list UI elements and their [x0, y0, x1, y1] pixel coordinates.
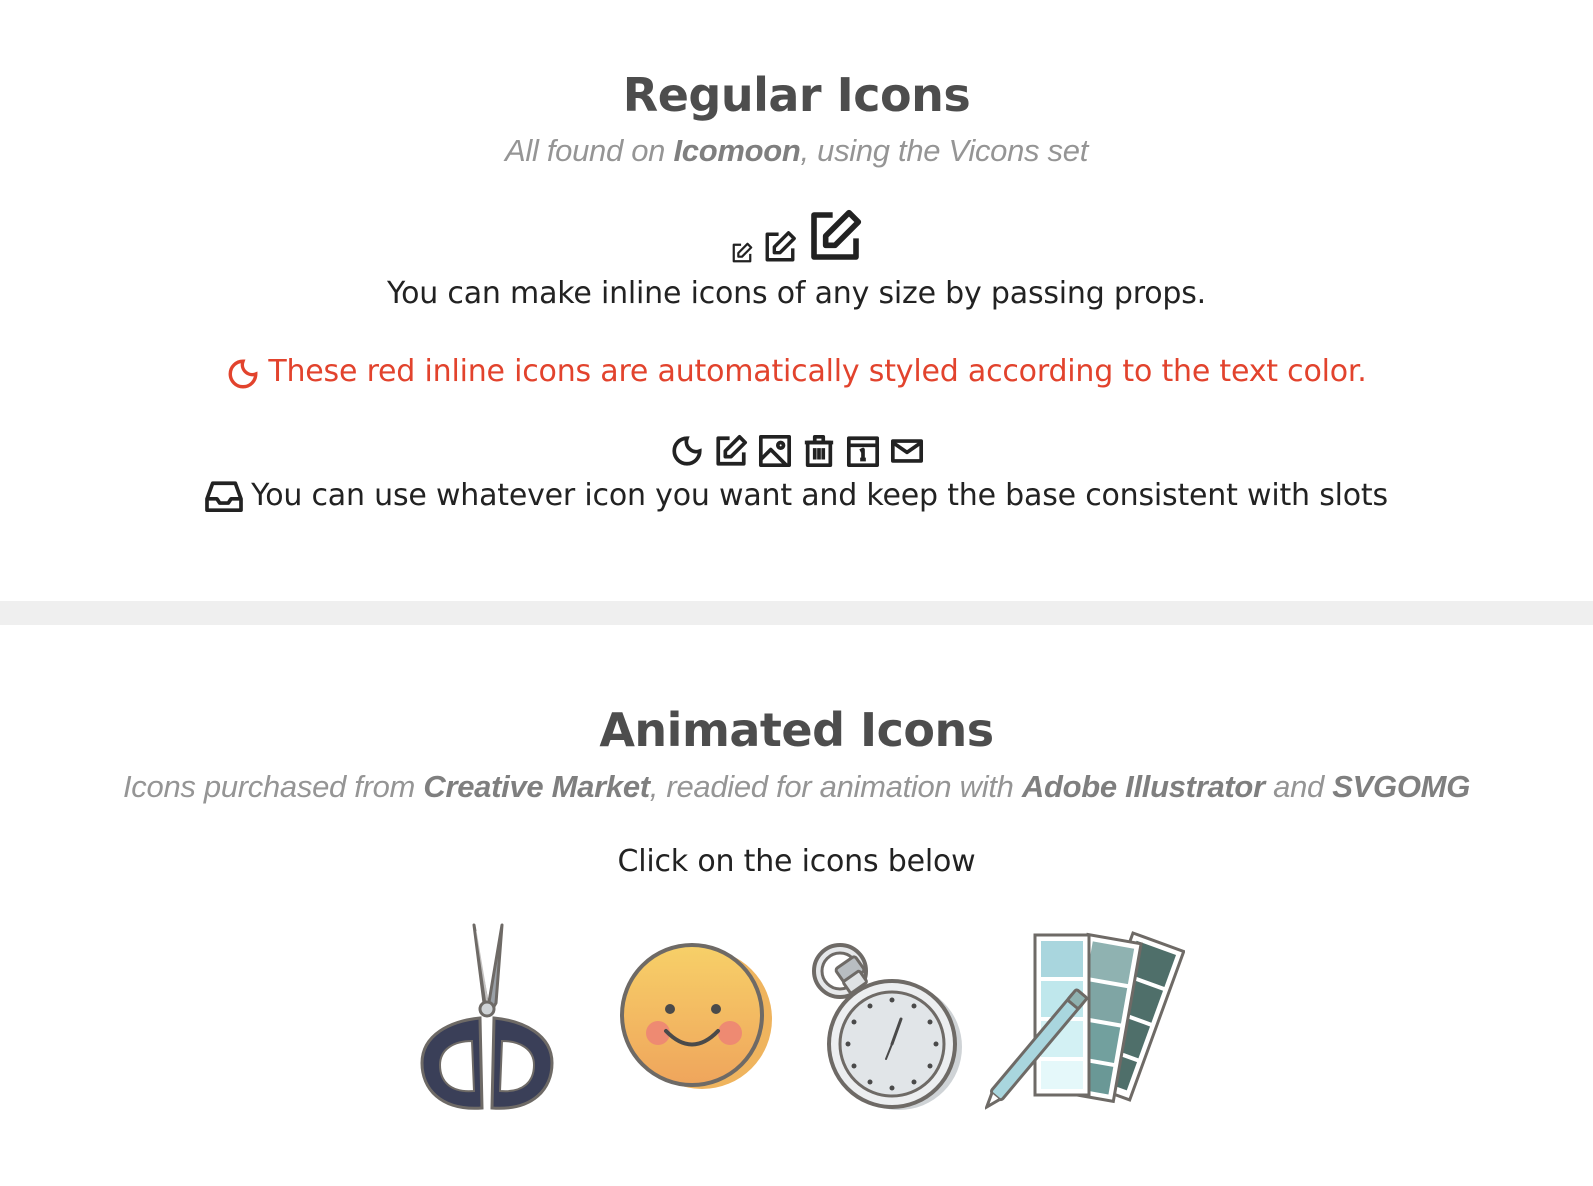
- subtitle-mid: , readied for animation with: [649, 769, 1022, 804]
- regular-icons-subtitle: All found on Icomoon, using the Vicons s…: [0, 133, 1593, 169]
- red-caption: These red inline icons are automatically…: [268, 354, 1367, 389]
- smiley-icon[interactable]: [620, 943, 780, 1093]
- slot-caption-line: You can use whatever icon you want and k…: [0, 478, 1593, 517]
- subtitle-source: Icomoon: [673, 133, 801, 168]
- subtitle-prefix: All found on: [504, 133, 674, 168]
- scissors-icon[interactable]: [420, 923, 555, 1113]
- animated-icons-row: [0, 923, 1593, 1123]
- subtitle-prefix: Icons purchased from: [122, 769, 424, 804]
- animated-icons-subtitle: Icons purchased from Creative Market, re…: [0, 769, 1593, 805]
- mail-icon: [890, 439, 923, 463]
- section-divider: [0, 601, 1593, 625]
- animated-icons-title: Animated Icons: [599, 703, 994, 757]
- edit-icon: [732, 242, 752, 263]
- sizes-caption: You can make inline icons of any size by…: [386, 276, 1207, 311]
- regular-icons-section: Regular Icons All found on Icomoon, usin…: [0, 0, 1593, 601]
- slot-demo-icons: [0, 432, 1593, 468]
- animated-instruction: Click on the icons below: [617, 844, 976, 879]
- edit-icon: [765, 231, 796, 262]
- swatches-icon[interactable]: [985, 931, 1185, 1121]
- slot-caption: You can use whatever icon you want and k…: [251, 478, 1388, 513]
- size-demo-icons: [0, 206, 1593, 264]
- red-caption-line: These red inline icons are automatically…: [0, 354, 1593, 393]
- edit-icon: [810, 209, 861, 260]
- moon-icon: [226, 357, 260, 393]
- edit-icon: [715, 434, 747, 466]
- subtitle-suffix: , using the Vicons set: [800, 133, 1089, 168]
- subtitle-source-svgomg: SVGOMG: [1332, 769, 1471, 804]
- inbox-icon: [205, 479, 243, 517]
- stopwatch-icon[interactable]: [810, 941, 970, 1113]
- trash-icon: [804, 434, 833, 468]
- animated-icons-section: Animated Icons Icons purchased from Crea…: [0, 625, 1593, 1186]
- subtitle-and: and: [1264, 769, 1333, 804]
- image-icon: [758, 434, 791, 468]
- subtitle-source-illustrator: Adobe Illustrator: [1021, 769, 1265, 804]
- moon-icon: [671, 436, 702, 466]
- regular-icons-title: Regular Icons: [622, 68, 971, 122]
- calendar-icon: [846, 436, 879, 468]
- subtitle-source-creative-market: Creative Market: [423, 769, 650, 804]
